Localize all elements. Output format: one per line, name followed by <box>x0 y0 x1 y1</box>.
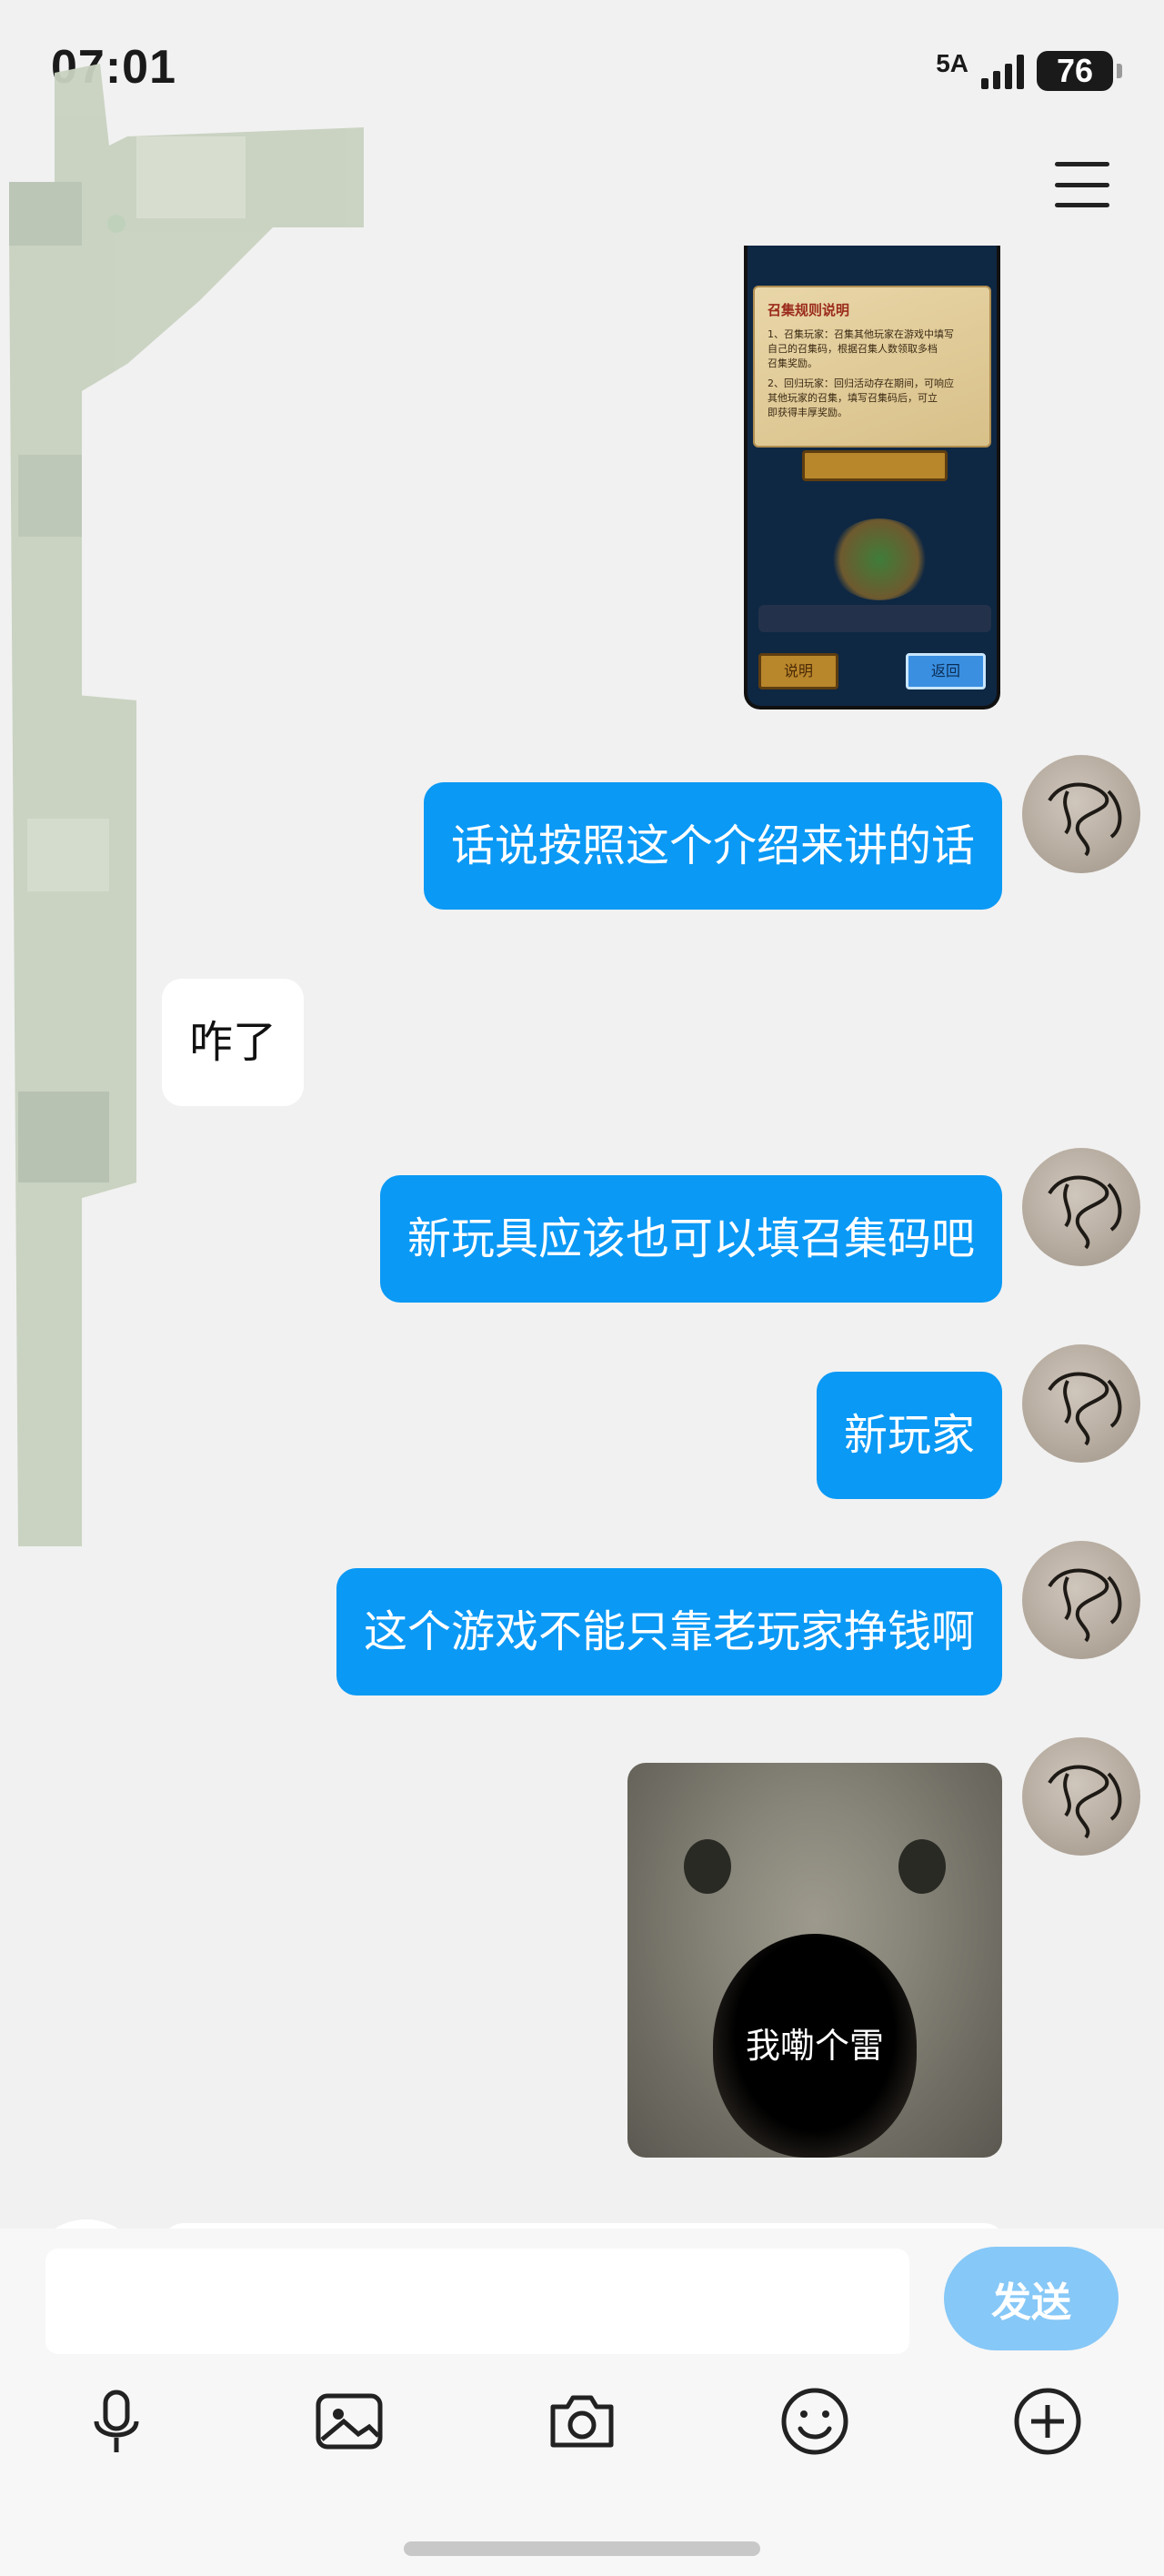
sticker-eye <box>684 1839 731 1894</box>
message-text: 咋了 <box>189 1017 277 1068</box>
game-button-bar <box>802 450 948 481</box>
signal-icon <box>981 53 1024 89</box>
network-type: 5A <box>936 49 968 77</box>
microphone-icon[interactable] <box>78 2383 155 2460</box>
game-explain-button: 说明 <box>758 653 838 689</box>
rules-panel: 召集规则说明 1、召集玩家：召集其他玩家在游戏中填写 自己的召集码，根据召集人数… <box>753 286 991 448</box>
game-info-strip <box>758 605 991 632</box>
my-avatar[interactable] <box>1022 1148 1140 1266</box>
status-time: 07:01 <box>51 41 176 94</box>
rules-line: 召集奖励。 <box>768 357 818 369</box>
rules-line: 1、召集玩家：召集其他玩家在游戏中填写 <box>768 328 954 340</box>
battery-icon: 76 <box>1037 51 1122 91</box>
message-bubble-outgoing[interactable]: 这个游戏不能只靠老玩家挣钱啊 <box>336 1568 1002 1696</box>
my-avatar[interactable] <box>1022 1344 1140 1463</box>
rules-line: 2、回归玩家：回归活动存在期间，可响应 <box>768 377 954 389</box>
home-indicator[interactable] <box>404 2541 760 2556</box>
status-bar: 07:01 5A 76 <box>0 0 1164 146</box>
contact-avatar[interactable] <box>27 2219 146 2229</box>
rules-line: 即获得丰厚奖励。 <box>768 407 848 418</box>
rules-line: 其他玩家的召集，填写召集码后，可立 <box>768 392 938 404</box>
message-text: 话说按照这个介绍来讲的话 <box>450 820 975 871</box>
message-input[interactable] <box>45 2249 909 2354</box>
message-bubble-outgoing[interactable]: 新玩家 <box>816 1372 1002 1499</box>
message-bubble-outgoing[interactable]: 话说按照这个介绍来讲的话 <box>423 782 1002 910</box>
message-bubble-outgoing[interactable]: 新玩具应该也可以填召集码吧 <box>379 1175 1002 1303</box>
rules-title: 召集规则说明 <box>768 302 850 318</box>
plus-icon[interactable] <box>1009 2383 1086 2460</box>
game-screenshot-image[interactable]: 召集规则说明 1、召集玩家：召集其他玩家在游戏中填写 自己的召集码，根据召集人数… <box>744 246 1000 709</box>
status-indicators: 5A 76 <box>936 47 1122 95</box>
online-status-dot <box>107 215 125 233</box>
input-toolbar <box>0 2383 1164 2483</box>
message-text: 这个游戏不能只靠老玩家挣钱啊 <box>363 1606 975 1657</box>
my-avatar[interactable] <box>1022 755 1140 873</box>
sticker-eye <box>898 1839 946 1894</box>
rules-line: 自己的召集码，根据召集人数领取多档 <box>768 343 938 355</box>
my-avatar[interactable] <box>1022 1737 1140 1856</box>
message-bubble-incoming[interactable]: 咋了 <box>162 979 305 1106</box>
menu-icon[interactable] <box>1055 162 1109 207</box>
game-island <box>829 518 929 600</box>
image-icon[interactable] <box>311 2383 387 2460</box>
sticker-caption: 我嘞个雷 <box>745 2026 884 2066</box>
game-return-button: 返回 <box>906 653 986 689</box>
battery-level: 76 <box>1056 52 1094 89</box>
message-text: 新玩家 <box>843 1410 975 1461</box>
send-button[interactable]: 发送 <box>944 2247 1119 2350</box>
sticker-image[interactable]: 我嘞个雷 <box>627 1763 1002 2158</box>
input-area: 发送 <box>0 2229 1164 2576</box>
my-avatar[interactable] <box>1022 1541 1140 1659</box>
emoji-icon[interactable] <box>777 2383 853 2460</box>
chat-messages[interactable]: 召集规则说明 1、召集玩家：召集其他玩家在游戏中填写 自己的召集码，根据召集人数… <box>0 246 1164 2229</box>
message-text: 新玩具应该也可以填召集码吧 <box>406 1213 975 1264</box>
camera-icon[interactable] <box>544 2383 620 2460</box>
